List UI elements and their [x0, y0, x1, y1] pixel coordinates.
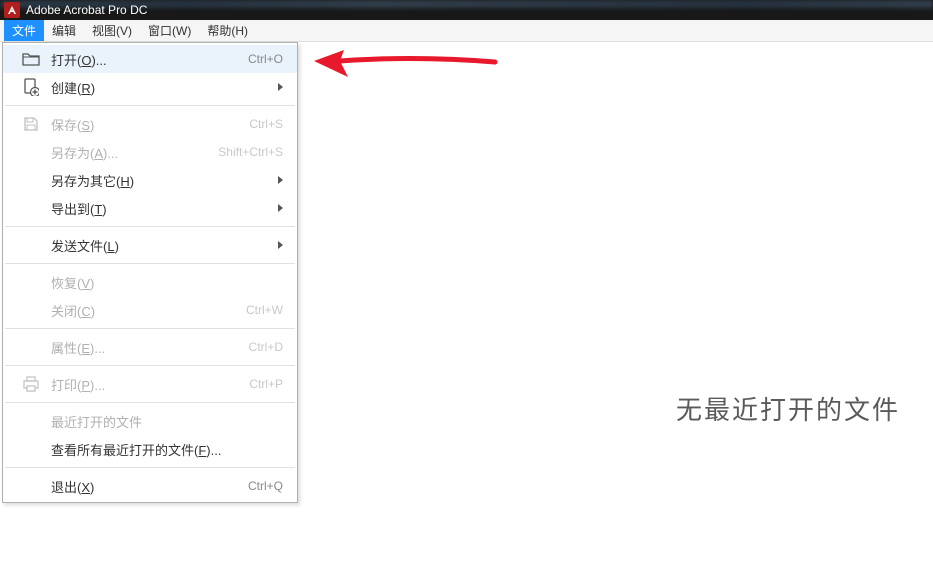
menu-item-shortcut: Ctrl+O	[248, 52, 283, 66]
menu-item-label: 查看所有最近打开的文件(F)...	[51, 440, 283, 459]
menu-item-3: 保存(S)Ctrl+S	[3, 110, 297, 138]
menubar: 文件 编辑 视图(V) 窗口(W) 帮助(H)	[0, 20, 933, 42]
menu-item-label: 关闭(C)	[51, 301, 246, 320]
menu-item-20[interactable]: 退出(X)Ctrl+Q	[3, 472, 297, 500]
menu-item-4: 另存为(A)...Shift+Ctrl+S	[3, 138, 297, 166]
menu-item-18[interactable]: 查看所有最近打开的文件(F)...	[3, 435, 297, 463]
menu-item-label: 发送文件(L)	[51, 236, 278, 255]
print-icon	[21, 376, 41, 392]
app-icon	[4, 2, 20, 18]
folder-icon	[21, 52, 41, 66]
menu-item-label: 另存为其它(H)	[51, 171, 278, 190]
menu-separator	[5, 263, 295, 264]
submenu-arrow-icon	[278, 176, 283, 184]
no-recent-files-message: 无最近打开的文件	[676, 390, 900, 427]
menu-separator	[5, 105, 295, 106]
menu-help[interactable]: 帮助(H)	[199, 20, 256, 41]
app-title: Adobe Acrobat Pro DC	[26, 3, 147, 17]
menu-item-label: 恢复(V)	[51, 273, 283, 292]
menu-item-label: 退出(X)	[51, 477, 248, 496]
menu-item-label: 属性(E)...	[51, 338, 249, 357]
menu-item-label: 打印(P)...	[51, 375, 249, 394]
titlebar: Adobe Acrobat Pro DC	[0, 0, 933, 20]
menu-item-label: 另存为(A)...	[51, 143, 218, 162]
save-icon	[21, 116, 41, 132]
submenu-arrow-icon	[278, 83, 283, 91]
menu-item-10: 恢复(V)	[3, 268, 297, 296]
menu-item-shortcut: Ctrl+W	[246, 303, 283, 317]
submenu-arrow-icon	[278, 241, 283, 249]
menu-item-shortcut: Ctrl+S	[249, 117, 283, 131]
menu-item-label: 打开(O)...	[51, 50, 248, 69]
menu-item-label: 保存(S)	[51, 115, 249, 134]
menu-edit[interactable]: 编辑	[44, 20, 84, 41]
menu-separator	[5, 226, 295, 227]
menu-item-13: 属性(E)...Ctrl+D	[3, 333, 297, 361]
menu-file[interactable]: 文件	[4, 20, 44, 41]
menu-item-17: 最近打开的文件	[3, 407, 297, 435]
menu-item-shortcut: Ctrl+Q	[248, 479, 283, 493]
menu-item-label: 导出到(T)	[51, 199, 278, 218]
menu-view[interactable]: 视图(V)	[84, 20, 140, 41]
menu-item-shortcut: Shift+Ctrl+S	[218, 145, 283, 159]
menu-item-1[interactable]: 创建(R)	[3, 73, 297, 101]
menu-separator	[5, 467, 295, 468]
menu-item-5[interactable]: 另存为其它(H)	[3, 166, 297, 194]
menu-item-11: 关闭(C)Ctrl+W	[3, 296, 297, 324]
menu-separator	[5, 402, 295, 403]
menu-item-label: 最近打开的文件	[51, 412, 283, 431]
menu-separator	[5, 365, 295, 366]
submenu-arrow-icon	[278, 204, 283, 212]
menu-window[interactable]: 窗口(W)	[140, 20, 199, 41]
file-dropdown-menu: 打开(O)...Ctrl+O创建(R)保存(S)Ctrl+S另存为(A)...S…	[2, 42, 298, 503]
menu-item-8[interactable]: 发送文件(L)	[3, 231, 297, 259]
menu-item-shortcut: Ctrl+D	[249, 340, 283, 354]
menu-separator	[5, 328, 295, 329]
menu-item-shortcut: Ctrl+P	[249, 377, 283, 391]
menu-item-0[interactable]: 打开(O)...Ctrl+O	[3, 45, 297, 73]
menu-item-15: 打印(P)...Ctrl+P	[3, 370, 297, 398]
create-icon	[21, 78, 41, 96]
menu-item-6[interactable]: 导出到(T)	[3, 194, 297, 222]
menu-item-label: 创建(R)	[51, 78, 278, 97]
